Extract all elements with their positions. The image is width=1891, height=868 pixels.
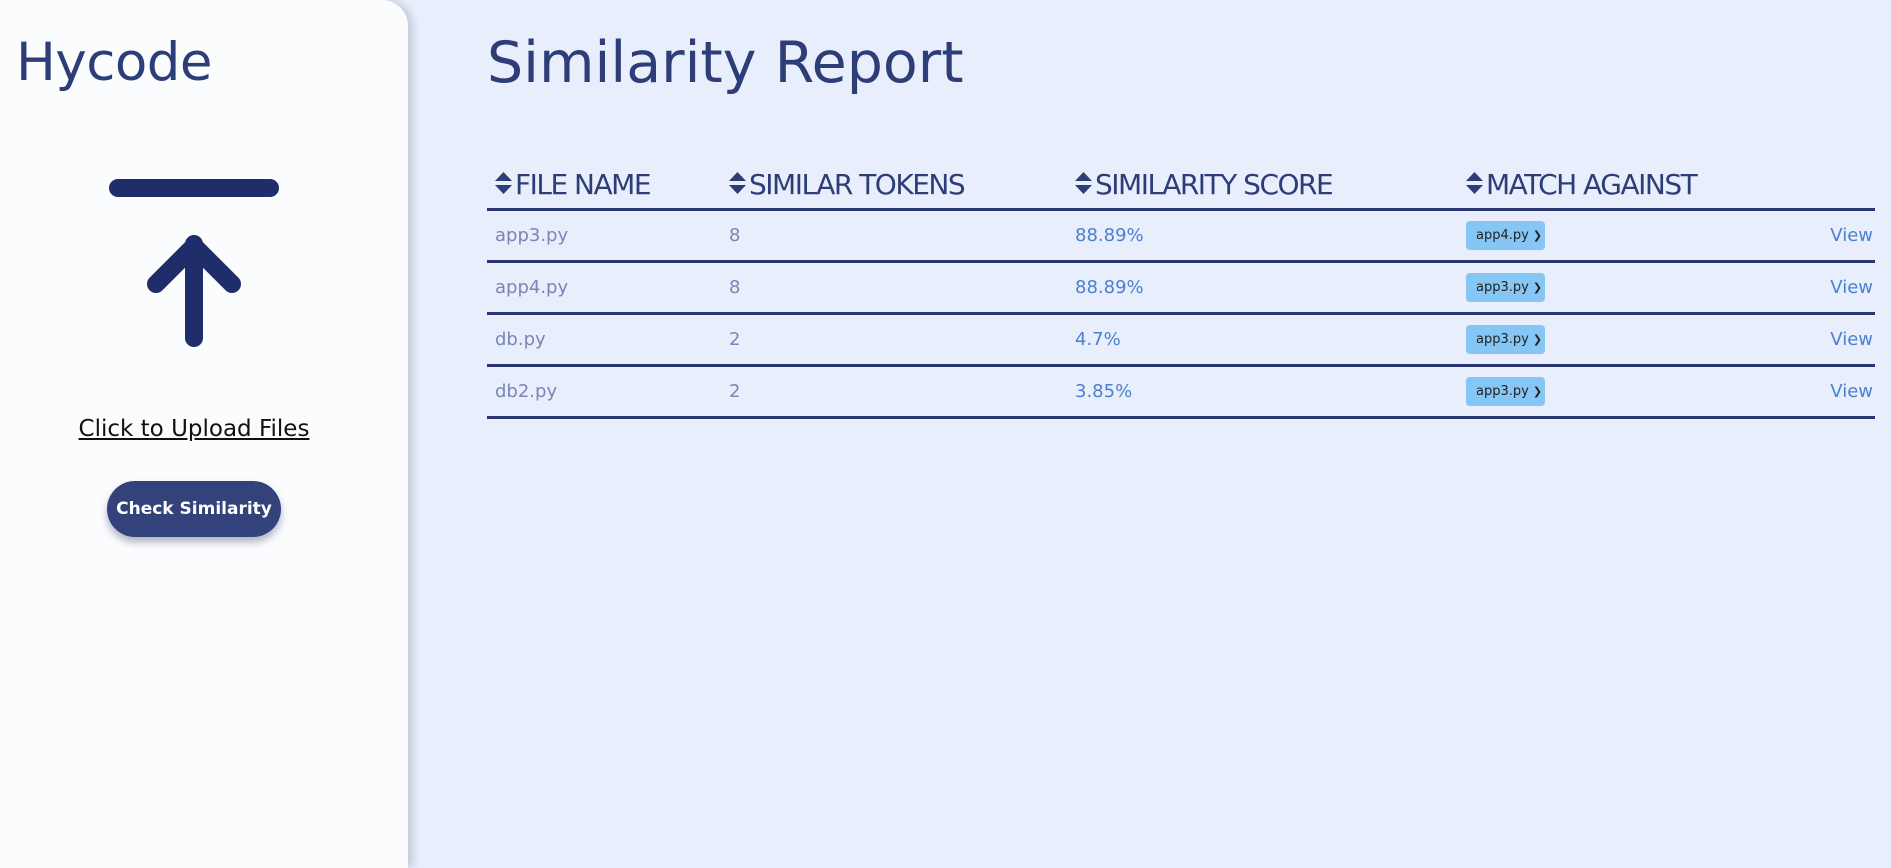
table-row: db.py 2 4.7% app3.py ❯ View bbox=[487, 313, 1875, 367]
brand-title: Hycode bbox=[16, 32, 213, 93]
table-row: db2.py 2 3.85% app3.py ❯ View bbox=[487, 365, 1875, 419]
column-header-file-name[interactable]: FILE NAME bbox=[487, 160, 721, 211]
sort-updown-icon bbox=[1075, 171, 1092, 194]
table-header-row: FILE NAME SIMILAR TOKENS SIMILARITY SCOR… bbox=[487, 160, 1875, 211]
upload-arrow-icon bbox=[109, 179, 279, 347]
view-link[interactable]: View bbox=[1830, 277, 1873, 298]
column-header-similarity-score[interactable]: SIMILARITY SCORE bbox=[1067, 160, 1458, 211]
column-header-label: MATCH AGAINST bbox=[1486, 167, 1698, 201]
chevron-down-icon: ❯ bbox=[1532, 385, 1543, 398]
cell-similarity-score: 88.89% bbox=[1067, 261, 1458, 315]
check-similarity-button[interactable]: Check Similarity bbox=[107, 481, 281, 537]
match-against-select[interactable]: app3.py ❯ bbox=[1466, 325, 1546, 354]
sort-updown-icon bbox=[495, 171, 512, 194]
upload-files-link[interactable]: Click to Upload Files bbox=[0, 416, 388, 442]
column-header-label: SIMILAR TOKENS bbox=[749, 167, 966, 201]
chevron-down-icon: ❯ bbox=[1532, 229, 1543, 242]
column-header-actions bbox=[1786, 160, 1875, 211]
match-against-select[interactable]: app3.py ❯ bbox=[1466, 377, 1546, 406]
sort-updown-icon bbox=[1466, 171, 1483, 194]
view-link[interactable]: View bbox=[1830, 225, 1873, 246]
select-value: app3.py bbox=[1476, 332, 1529, 347]
cell-match-against: app3.py ❯ bbox=[1458, 313, 1786, 367]
cell-actions: View bbox=[1786, 365, 1875, 419]
cell-actions: View bbox=[1786, 313, 1875, 367]
sort-updown-icon bbox=[729, 171, 746, 194]
cell-actions: View bbox=[1786, 209, 1875, 263]
similarity-table: FILE NAME SIMILAR TOKENS SIMILARITY SCOR… bbox=[487, 160, 1875, 419]
cell-similar-tokens: 8 bbox=[721, 261, 1067, 315]
cell-similar-tokens: 2 bbox=[721, 313, 1067, 367]
column-header-match-against[interactable]: MATCH AGAINST bbox=[1458, 160, 1786, 211]
select-value: app4.py bbox=[1476, 228, 1529, 243]
view-link[interactable]: View bbox=[1830, 381, 1873, 402]
match-against-select[interactable]: app4.py ❯ bbox=[1466, 221, 1546, 250]
cell-similarity-score: 4.7% bbox=[1067, 313, 1458, 367]
cell-file-name: app4.py bbox=[487, 261, 721, 315]
column-header-similar-tokens[interactable]: SIMILAR TOKENS bbox=[721, 160, 1067, 211]
chevron-down-icon: ❯ bbox=[1532, 333, 1543, 346]
cell-actions: View bbox=[1786, 261, 1875, 315]
cell-file-name: db.py bbox=[487, 313, 721, 367]
table-row: app3.py 8 88.89% app4.py ❯ View bbox=[487, 209, 1875, 263]
page-title: Similarity Report bbox=[487, 30, 964, 96]
select-value: app3.py bbox=[1476, 280, 1529, 295]
cell-match-against: app3.py ❯ bbox=[1458, 365, 1786, 419]
cell-file-name: db2.py bbox=[487, 365, 721, 419]
cell-match-against: app4.py ❯ bbox=[1458, 209, 1786, 263]
sidebar: Hycode Click to Upload Files Check Simil… bbox=[0, 0, 408, 868]
cell-file-name: app3.py bbox=[487, 209, 721, 263]
column-header-label: FILE NAME bbox=[515, 167, 652, 201]
chevron-down-icon: ❯ bbox=[1532, 281, 1543, 294]
view-link[interactable]: View bbox=[1830, 329, 1873, 350]
cell-similarity-score: 3.85% bbox=[1067, 365, 1458, 419]
match-against-select[interactable]: app3.py ❯ bbox=[1466, 273, 1546, 302]
main-content: Similarity Report FILE NAME SIMILAR TOKE… bbox=[487, 0, 1875, 868]
table-row: app4.py 8 88.89% app3.py ❯ View bbox=[487, 261, 1875, 315]
upload-area[interactable] bbox=[100, 170, 288, 360]
cell-similarity-score: 88.89% bbox=[1067, 209, 1458, 263]
cell-similar-tokens: 8 bbox=[721, 209, 1067, 263]
cell-match-against: app3.py ❯ bbox=[1458, 261, 1786, 315]
cell-similar-tokens: 2 bbox=[721, 365, 1067, 419]
select-value: app3.py bbox=[1476, 384, 1529, 399]
column-header-label: SIMILARITY SCORE bbox=[1095, 167, 1334, 201]
